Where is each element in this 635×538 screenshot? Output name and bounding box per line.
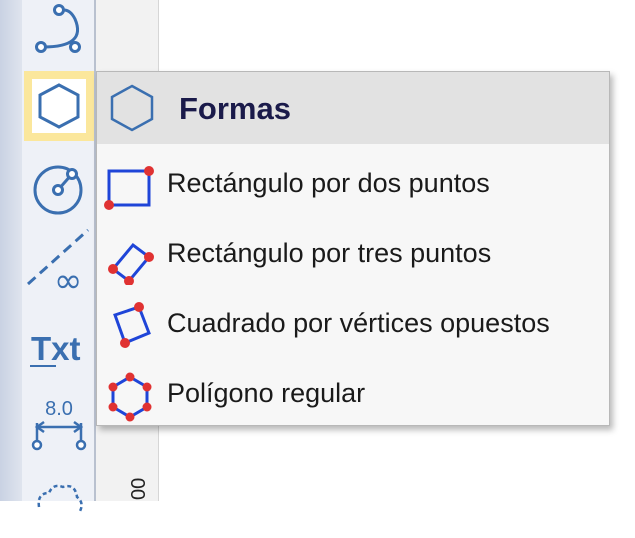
menu-item-label: Rectángulo por dos puntos <box>167 168 490 198</box>
text-tool-label: Txt <box>31 330 81 367</box>
toolbar-edge <box>0 0 22 501</box>
measure-icon: 8.0 <box>31 398 87 451</box>
circle-center-point-icon <box>33 165 83 215</box>
infinite-line-icon: ∞ <box>26 228 90 294</box>
menu-item-rectangle-three-points[interactable]: Rectángulo por tres puntos <box>97 218 609 288</box>
rectangle-two-points-icon <box>104 166 154 210</box>
menu-item-rectangle-two-points[interactable]: Rectángulo por dos puntos <box>97 148 609 218</box>
regular-polygon-icon <box>108 372 152 422</box>
hexagon-icon <box>110 84 154 132</box>
hexagon-icon <box>38 83 80 129</box>
ruler-label-bottom: 00 <box>128 477 150 500</box>
tool-shapes-inner <box>32 79 86 133</box>
rectangle-three-points-icon <box>108 242 154 285</box>
tool-arc[interactable] <box>24 0 94 62</box>
tool-shapes[interactable] <box>24 71 94 141</box>
menu-item-square-opposite-vertices[interactable]: Cuadrado por vértices opuestos <box>97 288 609 358</box>
shapes-menu: Formas Rectángulo por dos puntos Rectáng… <box>96 71 610 426</box>
tool-text[interactable]: Txt <box>24 312 94 382</box>
menu-item-label: Polígono regular <box>167 378 366 408</box>
cloud-icon <box>37 484 83 514</box>
tools-toolbar: ∞ Txt 8.0 <box>0 0 96 514</box>
text-tool-icon: Txt <box>30 330 81 367</box>
menu-item-label: Rectángulo por tres puntos <box>167 238 492 268</box>
infinity-glyph: ∞ <box>54 261 82 294</box>
menu-item-regular-polygon[interactable]: Polígono regular <box>97 358 609 428</box>
tool-circle[interactable] <box>24 151 94 221</box>
menu-item-label: Cuadrado por vértices opuestos <box>167 308 550 338</box>
square-opposite-vertices-icon <box>113 302 151 348</box>
measure-value: 8.0 <box>45 398 73 420</box>
menu-header: Formas <box>97 72 609 144</box>
tool-measure[interactable]: 8.0 <box>24 390 94 460</box>
menu-title: Formas <box>179 91 291 126</box>
tool-infinite-line[interactable]: ∞ <box>24 224 94 294</box>
arc-point-icon <box>35 4 81 53</box>
tool-cloud[interactable] <box>24 468 94 538</box>
